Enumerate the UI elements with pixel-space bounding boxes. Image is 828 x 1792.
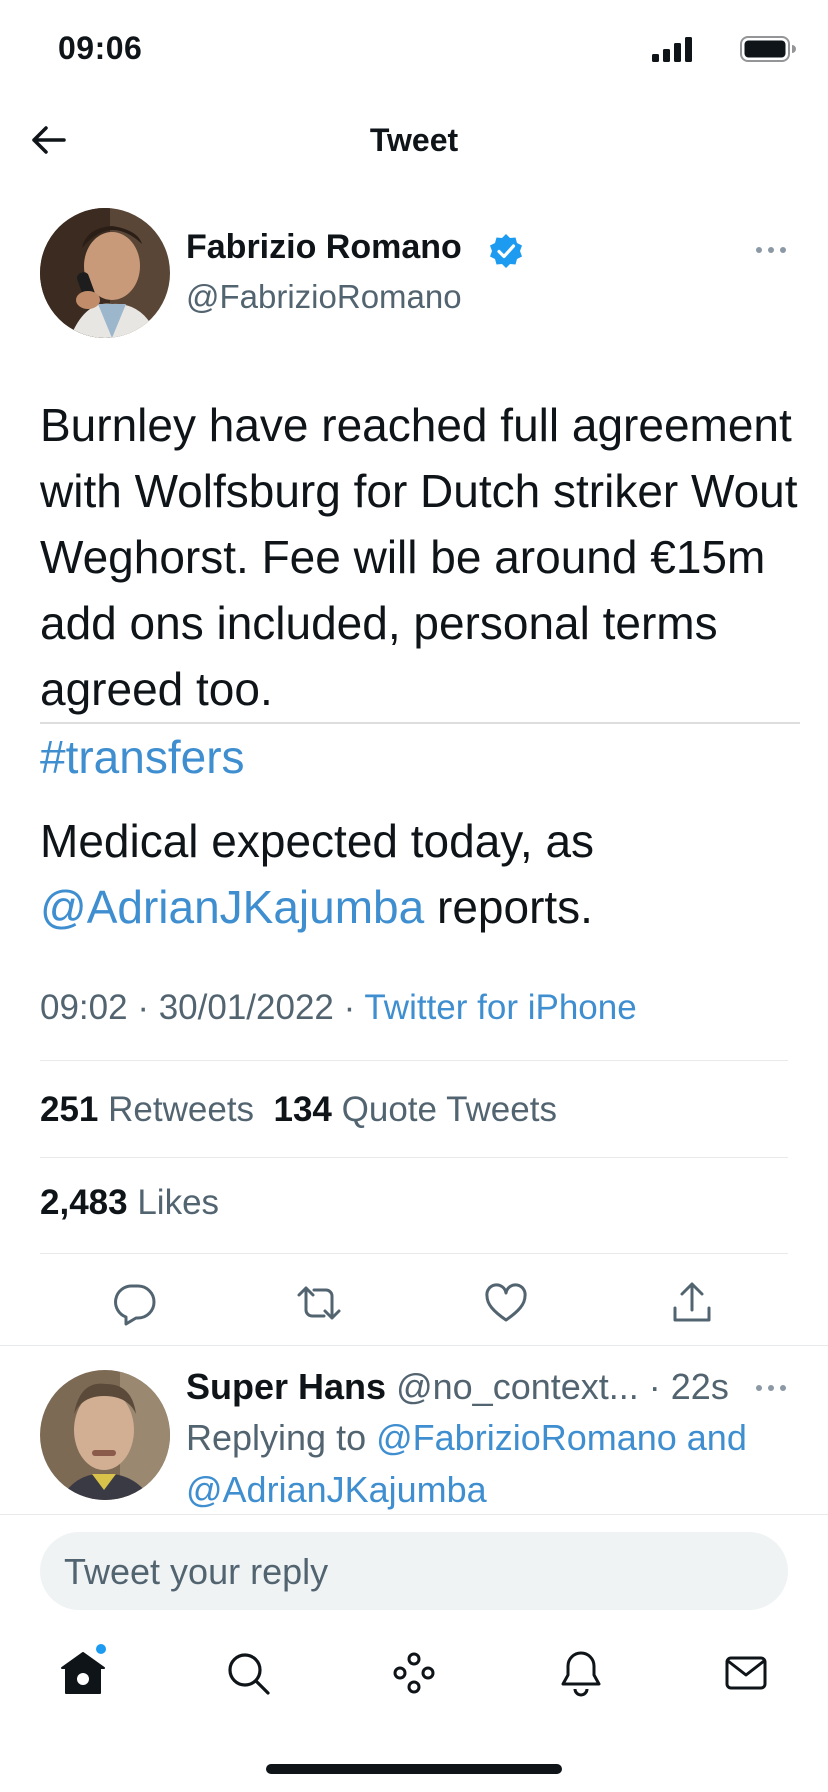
likes-label: Likes	[137, 1183, 220, 1222]
divider	[40, 1253, 788, 1254]
reply-more-options-icon[interactable]	[754, 1376, 788, 1400]
tweet-paragraph-1: Burnley have reached full agreement with…	[40, 392, 800, 722]
tweet-detail-screen: 09:06 Tweet Fabrizio Romano @FabrizioRom…	[0, 0, 828, 1792]
home-notification-dot	[96, 1644, 106, 1654]
author-avatar[interactable]	[40, 208, 170, 338]
reply-author-handle[interactable]: @no_context...	[396, 1366, 639, 1407]
divider	[40, 1157, 788, 1158]
tweet-meta: 09:02 · 30/01/2022 · Twitter for iPhone	[40, 988, 637, 1027]
like-icon[interactable]	[483, 1280, 529, 1326]
battery-icon	[740, 36, 796, 62]
author-name[interactable]: Fabrizio Romano	[186, 228, 462, 267]
tweet-source-link[interactable]: Twitter for iPhone	[364, 988, 636, 1027]
reply-composer[interactable]: Tweet your reply	[40, 1532, 788, 1610]
reply-input-placeholder: Tweet your reply	[64, 1551, 329, 1592]
reply-time: · 22s	[648, 1366, 729, 1407]
tweet-text-part-2: Medical expected today, as	[40, 815, 595, 867]
replying-to: Replying to @FabrizioRomano and @AdrianJ…	[186, 1412, 796, 1516]
tweet-date: 30/01/2022	[158, 988, 334, 1027]
reply-author-name[interactable]: Super Hans	[186, 1366, 386, 1407]
home-icon[interactable]	[58, 1648, 108, 1698]
tweet-body: Burnley have reached full agreement with…	[40, 392, 800, 940]
messages-icon[interactable]	[721, 1648, 771, 1698]
likes-count: 2,483	[40, 1183, 128, 1222]
quotes-count: 134	[273, 1090, 332, 1129]
netherlands-flag-icon	[283, 671, 327, 701]
retweets-count: 251	[40, 1090, 99, 1129]
page-title: Tweet	[369, 122, 459, 158]
verified-badge-icon	[490, 234, 522, 268]
reply-author-avatar[interactable]	[40, 1370, 170, 1500]
more-options-icon[interactable]	[754, 238, 788, 262]
divider	[40, 1060, 788, 1061]
tweet-text-part-3: reports.	[437, 881, 593, 933]
quote-tweets-link[interactable]: 134 Quote Tweets	[274, 1090, 557, 1129]
spaces-icon[interactable]	[389, 1648, 439, 1698]
author-handle[interactable]: @FabrizioRomano	[186, 278, 462, 316]
replying-to-label: Replying to	[186, 1417, 367, 1458]
tweet-actions	[0, 1270, 828, 1340]
reply-header: Super Hans @no_context... · 22s	[186, 1366, 729, 1408]
notifications-icon[interactable]	[556, 1648, 606, 1698]
share-icon[interactable]	[669, 1280, 715, 1326]
retweet-icon[interactable]	[296, 1280, 342, 1326]
status-bar: 09:06	[0, 0, 828, 100]
retweets-label: Retweets	[108, 1090, 255, 1129]
status-time: 09:06	[58, 30, 143, 66]
hashtag-link[interactable]: #transfers	[40, 731, 245, 783]
retweets-link[interactable]: 251 Retweets	[40, 1090, 254, 1129]
tweet-paragraph-2: Medical expected today, as @AdrianJKajumb…	[40, 808, 800, 940]
retweet-stats: 251 Retweets 134 Quote Tweets	[40, 1090, 557, 1130]
reply-icon[interactable]	[112, 1280, 158, 1326]
home-indicator	[266, 1764, 562, 1774]
divider	[0, 1345, 828, 1346]
quotes-label: Quote Tweets	[341, 1090, 557, 1129]
tweet-text-part-1: Burnley have reached full agreement with…	[40, 399, 798, 715]
likes-stats[interactable]: 2,483 Likes	[40, 1183, 219, 1223]
top-nav: Tweet	[0, 100, 828, 180]
divider	[0, 1514, 828, 1515]
mention-link[interactable]: @AdrianJKajumba	[40, 881, 424, 933]
tweet-time: 09:02	[40, 988, 128, 1027]
search-icon[interactable]	[223, 1648, 273, 1698]
cellular-signal-icon	[652, 37, 692, 62]
